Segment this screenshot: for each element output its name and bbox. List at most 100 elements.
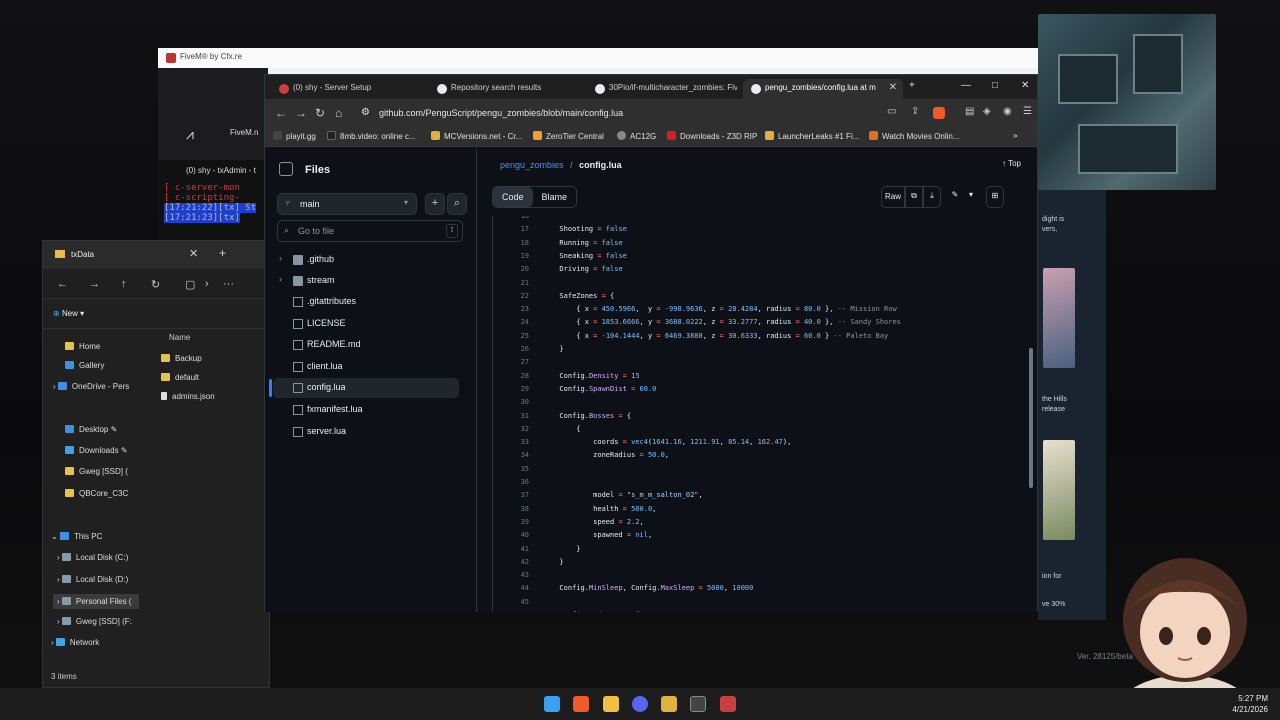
close-tab-icon[interactable]: ✕ xyxy=(189,247,198,260)
bookmark-movies[interactable]: Watch Movies Onlin... xyxy=(869,131,960,141)
file-row[interactable]: default xyxy=(161,373,199,382)
file-row[interactable]: Backup xyxy=(161,354,202,363)
breadcrumb-repo-link[interactable]: pengu_zombies xyxy=(500,160,564,170)
nav-item-desktop[interactable]: Desktop ✎ xyxy=(65,425,117,434)
scrollbar[interactable] xyxy=(1029,348,1033,488)
bookmark-zerotier[interactable]: ZeroTier Central xyxy=(533,131,604,141)
blame-tab[interactable]: Blame xyxy=(533,187,577,207)
bookmark-ac12g[interactable]: AC12G xyxy=(617,131,656,141)
line-number[interactable]: 34 xyxy=(493,451,529,459)
app-icon[interactable] xyxy=(661,696,677,712)
bookmark-playit[interactable]: playit.gg xyxy=(273,131,316,141)
line-number[interactable]: 40 xyxy=(493,531,529,539)
download-icon[interactable]: ⤓ xyxy=(923,186,941,208)
line-number[interactable]: 36 xyxy=(493,478,529,486)
nav-item-onedrive[interactable]: › OneDrive - Pers xyxy=(53,382,129,391)
go-to-file-input[interactable]: ⌕ Go to file t xyxy=(277,220,463,242)
line-number[interactable]: 38 xyxy=(493,505,529,513)
symbols-panel-icon[interactable]: ⊞ xyxy=(986,186,1004,208)
line-number[interactable]: 31 xyxy=(493,412,529,420)
tab-config-lua[interactable]: pengu_zombies/config.lua at m ✕ xyxy=(743,79,903,99)
line-number[interactable]: 24 xyxy=(493,318,529,326)
line-number[interactable]: 26 xyxy=(493,345,529,353)
line-number[interactable]: 20 xyxy=(493,265,529,273)
nav-item-local-c[interactable]: › Local Disk (C:) xyxy=(57,553,128,562)
file-row[interactable]: admins.json xyxy=(161,392,215,401)
branch-selector[interactable]: ⑂ main ▾ xyxy=(277,193,417,215)
home-icon[interactable]: ⌂ xyxy=(335,106,342,120)
terminal-icon[interactable] xyxy=(690,696,706,712)
tree-item-config[interactable]: config.lua xyxy=(273,378,459,398)
wallet-icon[interactable]: ◈ xyxy=(983,106,991,117)
collapse-panel-icon[interactable] xyxy=(279,162,293,176)
refresh-icon[interactable]: ↻ xyxy=(151,278,160,291)
forward-icon[interactable]: → xyxy=(89,278,100,290)
back-icon[interactable]: ← xyxy=(57,278,68,290)
tree-item-gitattributes[interactable]: .gitattributes xyxy=(265,292,459,312)
tree-item-fxmanifest[interactable]: fxmanifest.lua xyxy=(265,400,459,420)
forward-icon[interactable]: → xyxy=(295,106,307,120)
bookmark-mcversions[interactable]: MCVersions.net - Cr... xyxy=(431,131,522,141)
bookmark-8mb[interactable]: 8mb.video: online c... xyxy=(327,131,416,141)
screen-cast-icon[interactable]: ▭ xyxy=(887,106,896,117)
line-number[interactable]: 29 xyxy=(493,385,529,393)
up-icon[interactable]: ↑ xyxy=(121,278,127,290)
nav-item-personal-files[interactable]: › Personal Files ( xyxy=(53,594,139,609)
brave-browser-icon[interactable] xyxy=(573,696,589,712)
nav-item-this-pc[interactable]: ⌄ This PC xyxy=(51,532,102,541)
new-tab-icon[interactable]: + xyxy=(219,246,226,260)
txadmin-terminal[interactable]: (0) shy - txAdmin - t [ c-server-mon [ c… xyxy=(158,160,268,250)
vpn-icon[interactable]: ◉ xyxy=(1003,106,1012,117)
tree-item-client[interactable]: client.lua xyxy=(265,357,459,377)
bookmarks-overflow-icon[interactable]: » xyxy=(1013,131,1017,140)
minimize-icon[interactable]: — xyxy=(961,80,971,91)
tree-item-readme[interactable]: README.md xyxy=(265,335,459,355)
search-button[interactable]: ⌕ xyxy=(447,193,467,215)
windows-start-icon[interactable] xyxy=(544,696,560,712)
nav-item-gweg[interactable]: Gweg [SSD] ( xyxy=(65,467,128,476)
tab-multicharacter[interactable]: 30Pio/if-multicharacter_zombies: Fiv xyxy=(587,79,737,99)
edit-icon[interactable]: ✎ xyxy=(946,186,964,208)
tree-item-github[interactable]: › .github xyxy=(265,250,459,270)
discord-icon[interactable] xyxy=(632,696,648,712)
tab-repo-search[interactable]: Repository search results xyxy=(429,79,579,99)
nav-item-network[interactable]: › Network xyxy=(51,638,99,647)
tree-item-license[interactable]: LICENSE xyxy=(265,314,459,334)
line-number[interactable]: 23 xyxy=(493,305,529,313)
tree-item-server[interactable]: server.lua xyxy=(265,422,459,442)
raw-button[interactable]: Raw xyxy=(881,186,905,208)
line-number[interactable]: 25 xyxy=(493,332,529,340)
reload-icon[interactable]: ↻ xyxy=(315,106,325,120)
explorer-tab-title[interactable]: txData xyxy=(71,250,94,259)
line-number[interactable]: 37 xyxy=(493,491,529,499)
line-number[interactable]: 42 xyxy=(493,558,529,566)
line-number[interactable]: 43 xyxy=(493,571,529,579)
share-icon[interactable]: ⇪ xyxy=(911,106,919,117)
nav-item-gweg-f[interactable]: › Gweg [SSD] (F: xyxy=(57,617,132,626)
system-clock[interactable]: 5:27 PM 4/21/2026 xyxy=(1232,693,1268,715)
fivem-icon[interactable] xyxy=(720,696,736,712)
line-number[interactable]: 18 xyxy=(493,239,529,247)
nav-item-downloads[interactable]: Downloads ✎ xyxy=(65,446,128,455)
tab-server-setup[interactable]: (0) shy - Server Setup xyxy=(271,79,421,99)
nav-item-local-d[interactable]: › Local Disk (D:) xyxy=(57,575,128,584)
view-icon[interactable]: ▢ xyxy=(185,278,195,291)
line-number[interactable]: 17 xyxy=(493,225,529,233)
line-number[interactable]: 22 xyxy=(493,292,529,300)
site-info-icon[interactable]: ⚙ xyxy=(361,107,370,118)
line-number[interactable]: 44 xyxy=(493,584,529,592)
line-number[interactable]: 21 xyxy=(493,279,529,287)
nav-item-gallery[interactable]: Gallery xyxy=(65,361,104,370)
tree-item-stream[interactable]: › stream xyxy=(265,271,459,291)
line-number[interactable]: 27 xyxy=(493,358,529,366)
bookmark-z3d[interactable]: Downloads - Z3D RIP xyxy=(667,131,757,141)
line-number[interactable]: 32 xyxy=(493,425,529,433)
maximize-icon[interactable]: □ xyxy=(992,80,998,91)
copy-icon[interactable]: ⧉ xyxy=(905,186,923,208)
chevron-right-icon[interactable]: › xyxy=(205,278,209,290)
column-header-name[interactable]: Name xyxy=(169,333,190,342)
line-number[interactable]: 41 xyxy=(493,545,529,553)
line-number[interactable]: 45 xyxy=(493,598,529,606)
code-view[interactable]: 16 17 Shooting = false 18 Running = false 1… xyxy=(492,216,1022,612)
close-window-icon[interactable]: ✕ xyxy=(1021,80,1029,91)
